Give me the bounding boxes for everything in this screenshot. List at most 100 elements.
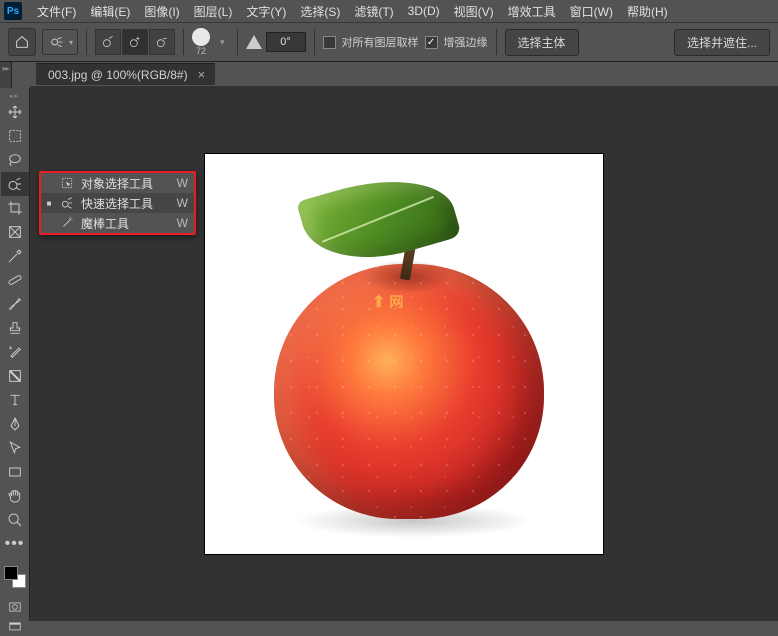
select-subject-button[interactable]: 选择主体	[505, 29, 579, 56]
gradient-tool[interactable]	[1, 364, 29, 388]
brush-tool[interactable]	[1, 292, 29, 316]
sample-all-layers-label: 对所有图层取样	[342, 34, 419, 50]
expand-handle-icon[interactable]: ▸▸	[0, 62, 11, 73]
divider	[86, 29, 87, 55]
menu-3d[interactable]: 3D(D)	[401, 2, 447, 20]
brush-angle-control	[246, 32, 306, 52]
home-icon	[14, 34, 30, 50]
document-canvas[interactable]: ⬆ 网	[205, 154, 603, 554]
flyout-item-shortcut: W	[174, 176, 188, 190]
brush-picker[interactable]: 72	[192, 28, 210, 56]
menu-file[interactable]: 文件(F)	[30, 1, 83, 22]
divider	[496, 29, 497, 55]
select-and-mask-button[interactable]: 选择并遮住...	[674, 29, 770, 56]
menu-plugins[interactable]: 增效工具	[501, 1, 563, 22]
up-arrow-icon: ⬆	[372, 292, 385, 312]
tool-flyout-menu: 对象选择工具 W ■ 快速选择工具 W 魔棒工具 W	[39, 171, 196, 235]
options-bar: ▾ 72 ▾ 对所有图层取样 增强边缘 选择主体 选择并遮住...	[0, 22, 778, 62]
pen-icon	[7, 416, 23, 432]
quick-mask-button[interactable]	[4, 598, 26, 616]
frame-tool[interactable]	[1, 220, 29, 244]
selection-mode-group	[95, 29, 175, 55]
edit-toolbar-button[interactable]: •••	[1, 532, 29, 556]
flyout-item-label: 对象选择工具	[81, 175, 168, 192]
flyout-item-magic-wand[interactable]: 魔棒工具 W	[41, 213, 194, 233]
enhance-edge-option[interactable]: 增强边缘	[425, 34, 488, 50]
marquee-tool[interactable]	[1, 124, 29, 148]
path-selection-tool[interactable]	[1, 436, 29, 460]
object-select-icon	[59, 176, 75, 190]
panel-grip-icon[interactable]: ▸▸	[0, 92, 29, 100]
quick-select-icon	[7, 176, 23, 192]
angle-triangle-icon	[246, 35, 262, 49]
menu-edit[interactable]: 编辑(E)	[83, 1, 137, 22]
flyout-item-object-selection[interactable]: 对象选择工具 W	[41, 173, 194, 193]
tools-panel: ▸▸ •••	[0, 88, 30, 621]
color-swatches[interactable]	[2, 564, 28, 590]
hand-icon	[7, 488, 23, 504]
canvas-area[interactable]: ⬆ 网	[30, 86, 778, 621]
quick-mask-icon	[7, 600, 23, 614]
flyout-item-label: 魔棒工具	[81, 215, 168, 232]
menu-type[interactable]: 文字(Y)	[239, 1, 293, 22]
flyout-item-quick-selection[interactable]: ■ 快速选择工具 W	[41, 193, 194, 213]
crop-icon	[7, 200, 23, 216]
healing-brush-tool[interactable]	[1, 268, 29, 292]
close-tab-button[interactable]: ×	[198, 67, 206, 82]
quick-selection-tool[interactable]	[1, 172, 29, 196]
type-tool[interactable]	[1, 388, 29, 412]
rectangle-icon	[7, 464, 23, 480]
checkbox-checked-icon	[425, 36, 438, 49]
stamp-icon	[7, 320, 23, 336]
zoom-tool[interactable]	[1, 508, 29, 532]
brush-size-label: 72	[196, 46, 206, 56]
rectangle-tool[interactable]	[1, 460, 29, 484]
brush-preview-icon	[192, 28, 210, 46]
pen-tool[interactable]	[1, 412, 29, 436]
active-marker-icon: ■	[45, 199, 53, 208]
divider	[237, 29, 238, 55]
menu-layer[interactable]: 图层(L)	[187, 1, 240, 22]
watermark-text: 网	[389, 292, 403, 312]
magic-wand-icon	[59, 216, 75, 230]
new-selection-button[interactable]	[95, 29, 121, 55]
watermark: ⬆ 网	[372, 292, 403, 312]
document-tab[interactable]: 003.jpg @ 100%(RGB/8#) ×	[36, 63, 215, 85]
crop-tool[interactable]	[1, 196, 29, 220]
move-icon	[7, 104, 23, 120]
menu-window[interactable]: 窗口(W)	[563, 1, 620, 22]
angle-input[interactable]	[266, 32, 306, 52]
brush-new-icon	[101, 35, 115, 49]
home-button[interactable]	[8, 28, 36, 56]
history-brush-tool[interactable]	[1, 340, 29, 364]
menu-select[interactable]: 选择(S)	[293, 1, 347, 22]
document-tab-bar: 003.jpg @ 100%(RGB/8#) ×	[36, 62, 215, 86]
flyout-item-shortcut: W	[174, 216, 188, 230]
menu-view[interactable]: 视图(V)	[447, 1, 501, 22]
brush-subtract-icon	[155, 35, 169, 49]
eyedropper-icon	[7, 248, 23, 264]
chevron-down-icon: ▾	[69, 38, 73, 47]
menu-help[interactable]: 帮助(H)	[620, 1, 675, 22]
sample-all-layers-option[interactable]: 对所有图层取样	[323, 34, 419, 50]
hand-tool[interactable]	[1, 484, 29, 508]
checkbox-unchecked-icon	[323, 36, 336, 49]
ellipsis-icon: •••	[5, 535, 25, 553]
menu-filter[interactable]: 滤镜(T)	[347, 1, 400, 22]
clone-stamp-tool[interactable]	[1, 316, 29, 340]
flyout-item-shortcut: W	[174, 196, 188, 210]
menu-image[interactable]: 图像(I)	[137, 1, 186, 22]
chevron-down-icon[interactable]: ▾	[216, 37, 229, 48]
move-tool[interactable]	[1, 100, 29, 124]
frame-icon	[7, 224, 23, 240]
tool-preset-picker[interactable]: ▾	[42, 29, 78, 55]
apple-image: ⬆ 网	[224, 164, 584, 544]
foreground-color-swatch[interactable]	[4, 566, 18, 580]
arrow-cursor-icon	[7, 440, 23, 456]
subtract-selection-button[interactable]	[149, 29, 175, 55]
brush-add-icon	[128, 35, 142, 49]
lasso-tool[interactable]	[1, 148, 29, 172]
bandaid-icon	[7, 272, 23, 288]
eyedropper-tool[interactable]	[1, 244, 29, 268]
add-selection-button[interactable]	[122, 29, 148, 55]
